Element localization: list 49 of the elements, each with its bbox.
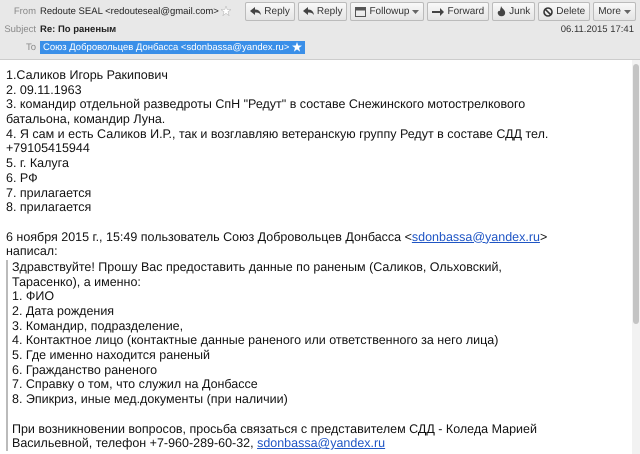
body-text-line: батальона, командир Луна.: [6, 112, 166, 127]
quoted-text-line: 1. ФИО: [12, 289, 56, 304]
quoted-text-line: 4. Контактное лицо (контактные данные раненого или ответственного за него лица): [12, 333, 500, 348]
toolbar-button[interactable]: Delete: [538, 2, 590, 21]
quoted-text-line: Тарасенко), а именно:: [12, 274, 142, 290]
no-sign-icon: [543, 6, 554, 16]
star-icon[interactable]: [220, 6, 231, 16]
from-label: From: [12, 6, 36, 16]
toolbar-button[interactable]: Reply: [245, 2, 295, 21]
body-text-line: 1.Саликов Игорь Ракипович: [6, 68, 169, 83]
quoted-text-line: Здравствуйте! Прошу Вас предоставить данные по раненым (Саликов, Ольховский,: [12, 260, 503, 275]
toolbar-button[interactable]: Forward: [427, 2, 490, 21]
sender-address[interactable]: Redoute SEAL <redouteseal@gmail.com>: [40, 6, 219, 16]
scrollbar[interactable]: [632, 60, 640, 454]
body-text-line: 3. командир отдельной разведроты СпН "Редут" в составе Снежинского мотострелкового: [6, 97, 526, 112]
flame-icon: [497, 6, 506, 17]
email-link[interactable]: sdonbassa@yandex.ru: [412, 230, 540, 244]
quoted-text-line: 7. Справку о том, что служил на Донбассе: [12, 377, 259, 392]
body-text-line: 6. РФ: [6, 170, 39, 186]
reply-arrow-icon: [302, 7, 314, 16]
forward-arrow-icon: [432, 8, 444, 16]
to-label: To: [24, 42, 36, 52]
quoted-text-line: При возникновении вопросов, просьба связаться с представителем СДД - Коледа Марией: [12, 422, 538, 436]
star-icon: [292, 42, 302, 52]
body-text-line: 2. 09.11.1963: [6, 82, 83, 98]
body-text-line: 4. Я сам и есть Саликов И.Р., так и возглавляю ветеранскую группу Редут в составе СДД тел.: [6, 126, 550, 142]
subject-text: Re: По раненым: [40, 24, 116, 34]
quoted-text-line: 6. Гражданство раненого: [12, 362, 158, 378]
calendar-icon: [355, 6, 366, 16]
attribution-line: 6 ноября 2015 г., 15:49 пользователь Союз Добровольцев Донбасса <sdonbassa@yandex.ru>: [6, 230, 548, 244]
quoted-text-line: 3. Командир, подразделение,: [12, 318, 184, 334]
attribution-line: написал:: [6, 244, 59, 259]
quoted-text-line: 8. Эпикриз, иные мед.документы (при наличии): [12, 392, 289, 407]
body-text-line: 8. прилагается: [6, 200, 92, 215]
toolbar-button[interactable]: More: [593, 2, 636, 21]
email-link[interactable]: sdonbassa@yandex.ru: [257, 436, 386, 450]
subject-label: Subject: [3, 24, 36, 34]
toolbar-button[interactable]: Followup: [350, 2, 424, 21]
reply-arrow-icon: [250, 7, 262, 16]
quoted-text-line: Васильевной, телефон +7-960-289-60-32, sdonbassa@yandex.ru: [12, 436, 386, 451]
body-text-line: 5. г. Калуга: [6, 156, 70, 171]
message-date: 06.11.2015 17:41: [560, 24, 634, 35]
quoted-text-line: 2. Дата рождения: [12, 304, 116, 319]
body-text-line: +79105415944: [6, 141, 91, 156]
toolbar-button[interactable]: Reply: [298, 2, 348, 21]
scrollbar-thumb[interactable]: [633, 64, 639, 324]
quoted-text-line: 5. Где именно находится раненый: [12, 348, 211, 363]
toolbar-button[interactable]: Junk: [492, 2, 536, 21]
body-text-line: 7. прилагается: [6, 186, 92, 200]
